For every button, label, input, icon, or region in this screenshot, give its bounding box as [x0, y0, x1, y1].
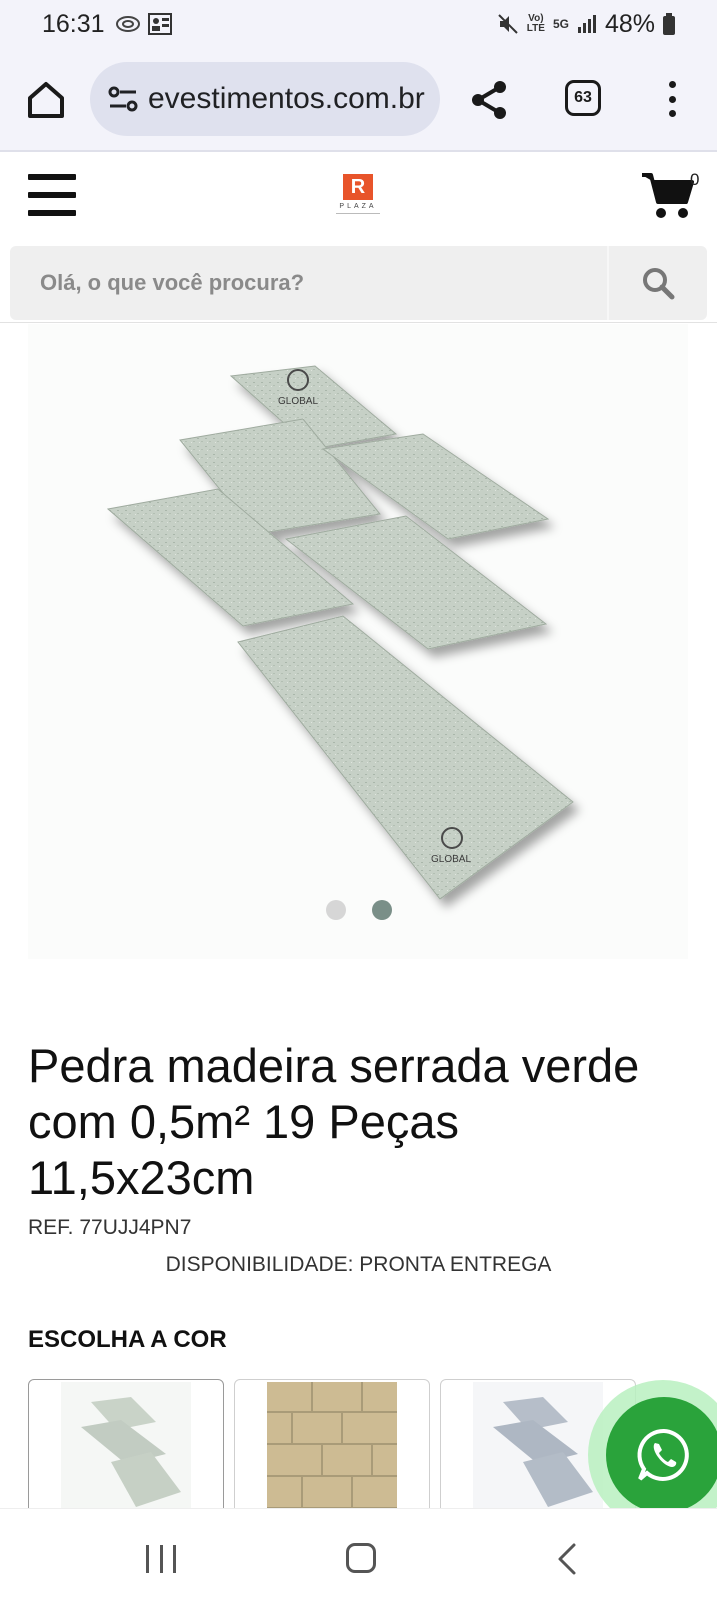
- home-nav-icon[interactable]: [346, 1543, 376, 1573]
- signal-icon: [577, 15, 596, 33]
- swatch-image-verde: [61, 1382, 191, 1509]
- browser-toolbar: evestimentos.com.br 63: [0, 48, 717, 152]
- lte-label: LTE: [526, 23, 545, 34]
- browser-menu-icon[interactable]: [655, 76, 689, 122]
- site-settings-icon[interactable]: [108, 86, 138, 112]
- whatsapp-icon: [637, 1428, 689, 1481]
- contacts-icon: [147, 13, 172, 35]
- swatch-image-amarela: [267, 1382, 397, 1509]
- product-title: Pedra madeira serrada verde com 0,5m² 19…: [28, 1039, 640, 1204]
- carousel-dot[interactable]: [371, 900, 392, 920]
- network-5g-label: 5G: [552, 17, 569, 31]
- tab-switcher-button[interactable]: 63: [565, 80, 601, 116]
- cart-count-badge: 0: [690, 170, 700, 189]
- logo-mark: R: [343, 174, 373, 200]
- back-icon[interactable]: [552, 1541, 582, 1577]
- product-image-carousel[interactable]: GLOBAL GLOBAL: [28, 324, 688, 959]
- whatsapp-button[interactable]: [606, 1397, 717, 1513]
- search-input[interactable]: Olá, o que você procura?: [10, 246, 707, 320]
- battery-percent: 48%: [604, 9, 655, 38]
- watermark-bottom: GLOBAL: [431, 854, 471, 865]
- status-bar: 16:31 Vo) LTE 5G 48%: [0, 0, 717, 48]
- stone-tiles-image: GLOBAL GLOBAL: [106, 365, 574, 900]
- watermark-top: GLOBAL: [278, 396, 318, 407]
- color-swatch-amarela[interactable]: [234, 1379, 430, 1509]
- search-button[interactable]: [607, 246, 707, 320]
- product-ref: REF. 77UJJ4PN7: [28, 1216, 192, 1239]
- status-time: 16:31: [42, 9, 105, 38]
- swatch-image-cinza: [473, 1382, 603, 1509]
- logo-text: PLAZA: [339, 203, 377, 210]
- search-placeholder: Olá, o que você procura?: [40, 270, 305, 295]
- cart-icon[interactable]: [640, 170, 696, 220]
- availability-status: DISPONIBILIDADE: PRONTA ENTREGA: [165, 1253, 552, 1276]
- notification-icon: [115, 16, 140, 32]
- hamburger-menu-icon[interactable]: [28, 174, 76, 216]
- search-icon: [643, 268, 675, 300]
- carousel-dots: [0, 900, 717, 920]
- address-bar[interactable]: evestimentos.com.br: [90, 62, 440, 136]
- home-icon[interactable]: [24, 78, 68, 122]
- tab-count: 63: [574, 89, 592, 106]
- battery-icon: [663, 13, 675, 35]
- system-nav-bar: [0, 1508, 717, 1600]
- color-swatch-verde[interactable]: [28, 1379, 224, 1509]
- carousel-dot[interactable]: [325, 900, 346, 920]
- mute-icon: [498, 14, 518, 34]
- share-icon[interactable]: [468, 78, 512, 122]
- recents-icon[interactable]: [146, 1545, 176, 1573]
- color-heading: ESCOLHA A COR: [28, 1326, 227, 1353]
- url-text: evestimentos.com.br: [148, 82, 425, 115]
- site-header: R PLAZA: [0, 152, 717, 242]
- logo[interactable]: R PLAZA: [328, 174, 388, 220]
